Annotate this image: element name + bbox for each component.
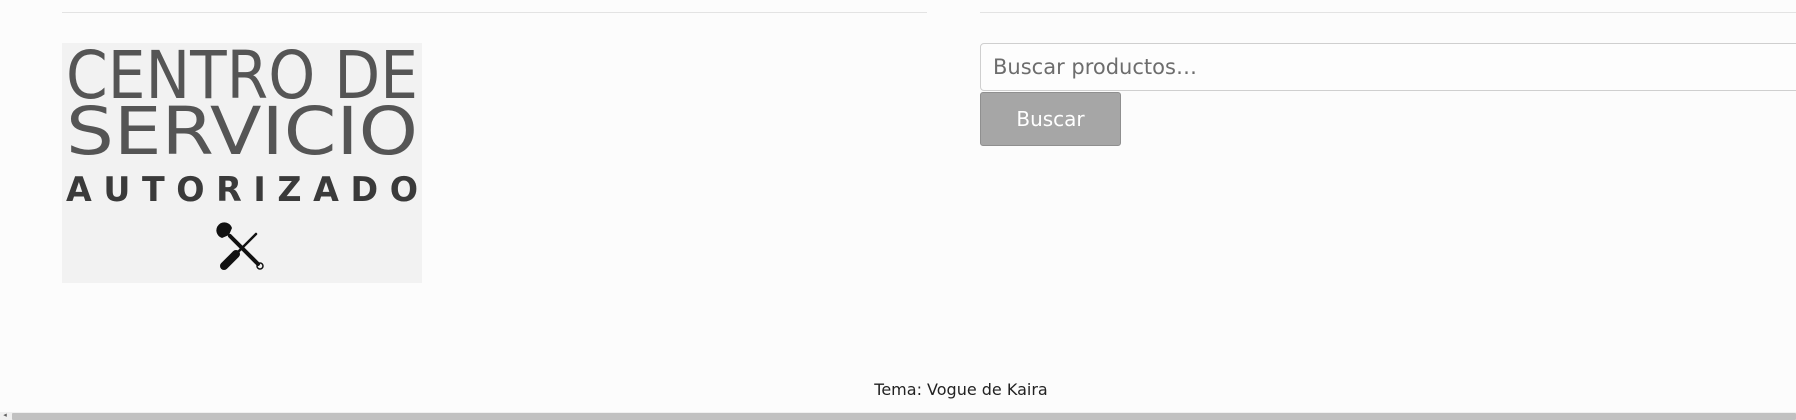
logo-graphic: CENTRO DE SERVICIO A U T O R I Z A D O [66,43,418,270]
logo-line-3: A U T O R I Z A D O [66,170,418,210]
site-logo[interactable]: CENTRO DE SERVICIO A U T O R I Z A D O [62,43,422,283]
search-button[interactable]: Buscar [980,92,1121,146]
horizontal-scrollbar[interactable]: ◂ [0,412,1796,420]
search-input[interactable] [980,43,1796,91]
scroll-left-arrow-icon[interactable]: ◂ [0,412,10,420]
logo-line-2: SERVICIO [66,93,418,170]
left-divider [62,12,927,13]
scroll-thumb[interactable] [12,413,1796,420]
wrench-screwdriver-icon [216,222,264,270]
theme-credit: Tema: Vogue de Kaira [874,380,1048,399]
page: CENTRO DE SERVICIO A U T O R I Z A D O B… [0,0,1796,420]
right-divider [980,12,1796,13]
